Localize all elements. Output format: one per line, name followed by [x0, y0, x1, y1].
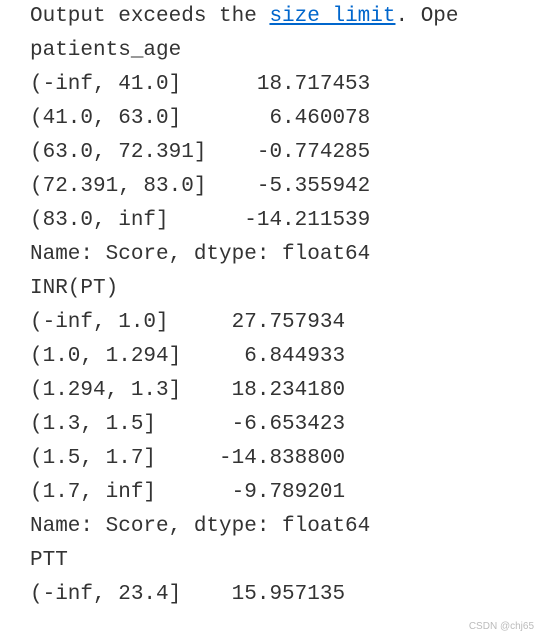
watermark: CSDN @chj65 — [469, 619, 534, 635]
section-title: PTT — [30, 544, 542, 578]
section-footer: Name: Score, dtype: float64 — [30, 510, 542, 544]
section-footer: Name: Score, dtype: float64 — [30, 238, 542, 272]
data-row: (1.3, 1.5] -6.653423 — [30, 408, 542, 442]
data-row: (1.294, 1.3] 18.234180 — [30, 374, 542, 408]
data-row: (-inf, 23.4] 15.957135 — [30, 578, 542, 612]
data-row: (1.0, 1.294] 6.844933 — [30, 340, 542, 374]
size-limit-link[interactable]: size limit — [269, 5, 395, 28]
section-title: INR(PT) — [30, 272, 542, 306]
data-row: (63.0, 72.391] -0.774285 — [30, 136, 542, 170]
data-row: (-inf, 41.0] 18.717453 — [30, 68, 542, 102]
output-limit-message: Output exceeds the size limit. Ope — [30, 0, 542, 34]
data-row: (83.0, inf] -14.211539 — [30, 204, 542, 238]
data-row: (-inf, 1.0] 27.757934 — [30, 306, 542, 340]
data-row: (72.391, 83.0] -5.355942 — [30, 170, 542, 204]
data-row: (1.5, 1.7] -14.838800 — [30, 442, 542, 476]
output-exceeds-prefix: Output exceeds the — [30, 5, 269, 28]
output-content: patients_age(-inf, 41.0] 18.717453(41.0,… — [30, 34, 542, 612]
data-row: (1.7, inf] -9.789201 — [30, 476, 542, 510]
output-exceeds-suffix: . Ope — [395, 5, 458, 28]
data-row: (41.0, 63.0] 6.460078 — [30, 102, 542, 136]
section-title: patients_age — [30, 34, 542, 68]
